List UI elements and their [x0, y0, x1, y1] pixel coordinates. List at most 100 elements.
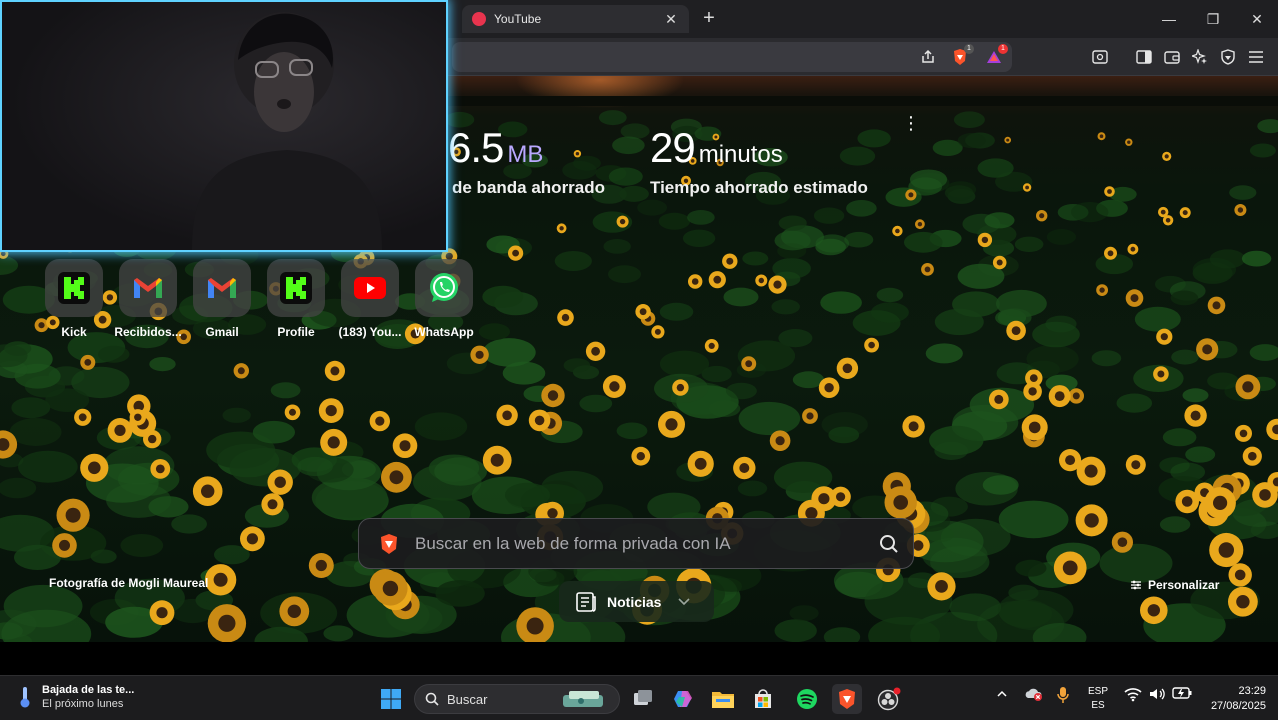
shortcut-gmail[interactable]: Gmail: [185, 259, 259, 339]
sidebar-icon[interactable]: [1134, 47, 1154, 67]
search-icon[interactable]: [879, 534, 899, 554]
news-icon: [576, 591, 596, 612]
kick-icon: [280, 272, 312, 304]
task-view-button[interactable]: [628, 684, 658, 714]
brave-rewards-icon[interactable]: 1: [984, 44, 1008, 67]
shortcut-kick[interactable]: Kick: [37, 259, 111, 339]
news-label: Noticias: [607, 593, 662, 610]
vpn-icon[interactable]: [1218, 47, 1238, 67]
thermometer-icon: [20, 687, 30, 708]
shortcut-label: Profile: [277, 325, 315, 339]
windows-logo-icon: [381, 689, 401, 709]
store-icon: [755, 689, 771, 708]
language-indicator[interactable]: ESP ES: [1088, 685, 1108, 713]
bandwidth-stat-label: de banda ahorrado: [452, 178, 606, 197]
private-search-box[interactable]: Buscar en la web de forma privada con IA: [358, 518, 914, 569]
menu-icon[interactable]: [1246, 47, 1266, 67]
tray-overflow-icon[interactable]: [996, 688, 1008, 702]
shortcut-tile: [45, 259, 103, 317]
bandwidth-number: 6.5: [448, 124, 504, 171]
youtube-icon: [354, 277, 386, 299]
search-input[interactable]: Buscar en la web de forma privada con IA: [415, 534, 879, 554]
task-view-icon: [634, 690, 652, 705]
tab-title: YouTube: [494, 12, 542, 26]
brave-taskbar-button[interactable]: [832, 684, 862, 714]
wifi-icon[interactable]: [1124, 686, 1142, 705]
system-clock[interactable]: 23:29 27/08/2025: [1196, 684, 1266, 714]
tab-youtube[interactable]: YouTube ✕: [462, 5, 689, 33]
file-explorer-button[interactable]: [708, 684, 738, 714]
rewards-badge: 1: [998, 44, 1008, 54]
weather-widget[interactable]: Bajada de las te... El próximo lunes: [18, 684, 134, 710]
copilot-button[interactable]: [668, 684, 698, 714]
whatsapp-icon: [430, 273, 458, 302]
shields-badge: 1: [964, 44, 974, 54]
gmail-icon: [134, 278, 162, 298]
taskbar-search-label: Buscar: [447, 691, 488, 707]
shortcut-label: Gmail: [205, 325, 239, 339]
customize-label: Personalizar: [1148, 578, 1220, 592]
youtube-favicon-icon: [472, 12, 486, 26]
minimize-button[interactable]: —: [1154, 8, 1184, 30]
wallet-icon[interactable]: [1162, 47, 1182, 67]
gmail-icon: [208, 278, 236, 298]
clock-date: 27/08/2025: [1210, 700, 1266, 712]
shortcut-profile[interactable]: Profile: [259, 259, 333, 339]
shortcut-recibidos[interactable]: Recibidos...: [111, 259, 185, 339]
shortcut-label: (183) You...: [338, 325, 402, 339]
brave-logo-icon: [381, 533, 397, 554]
screen: YouTube ✕ + — ❐ ✕ 1 1 6.5 MB de banda ah…: [0, 0, 1278, 720]
bandwidth-stat-value: 6.5 MB: [448, 124, 543, 172]
windows-taskbar: Bajada de las te... El próximo lunes Bus…: [0, 675, 1278, 720]
start-button[interactable]: [376, 684, 406, 714]
battery-icon[interactable]: [1172, 686, 1192, 703]
taskbar-search[interactable]: Buscar: [414, 684, 620, 714]
tab-close-icon[interactable]: ✕: [663, 11, 679, 28]
shortcut-tile: [193, 259, 251, 317]
copilot-icon: [674, 691, 692, 707]
time-stat-label: Tiempo ahorrado estimado: [650, 178, 868, 197]
webcam-overlay: [0, 0, 448, 252]
shortcut-tile: [267, 259, 325, 317]
brave-icon: [839, 689, 855, 709]
weather-title: Bajada de las te...: [42, 684, 135, 696]
obs-icon: [877, 687, 901, 711]
shortcut-tile: [341, 259, 399, 317]
clock-time: 23:29: [1238, 685, 1266, 697]
microphone-icon[interactable]: [1056, 686, 1070, 707]
shortcut-label: Recibidos...: [114, 325, 182, 339]
folder-icon: [712, 692, 734, 708]
brave-shields-icon[interactable]: 1: [950, 44, 974, 67]
shortcut-tile: [415, 259, 473, 317]
sliders-icon: [1131, 580, 1141, 590]
language-code: ESP: [1088, 686, 1109, 697]
maximize-button[interactable]: ❐: [1198, 8, 1228, 30]
keyboard-layout: ES: [1091, 700, 1105, 711]
onedrive-error-icon[interactable]: [1024, 686, 1044, 705]
search-icon: [425, 692, 439, 706]
spotify-button[interactable]: [792, 684, 822, 714]
volume-icon[interactable]: [1148, 686, 1166, 705]
ms-store-button[interactable]: [748, 684, 778, 714]
bandwidth-unit: MB: [507, 141, 544, 168]
obs-button[interactable]: [874, 684, 904, 714]
shortcut-youtube[interactable]: (183) You...: [333, 259, 407, 339]
spotify-icon: [797, 689, 817, 709]
news-button[interactable]: Noticias: [559, 581, 714, 622]
kick-icon: [58, 272, 90, 304]
webcam-person-image: [2, 2, 446, 250]
time-unit: minutos: [698, 141, 783, 168]
chevron-down-icon: [678, 597, 691, 605]
screen-gap: [0, 642, 1278, 675]
weather-subtitle: El próximo lunes: [42, 698, 124, 710]
search-highlight-image-icon: [563, 691, 603, 707]
close-window-button[interactable]: ✕: [1242, 8, 1272, 30]
reader-mode-icon[interactable]: [1090, 47, 1110, 67]
share-icon[interactable]: [918, 47, 938, 67]
new-tab-button[interactable]: +: [698, 8, 720, 30]
customize-button[interactable]: Personalizar: [1130, 578, 1219, 592]
stats-menu-icon[interactable]: ⋮: [902, 114, 920, 134]
photo-credit[interactable]: Fotografía de Mogli Maureal: [49, 576, 208, 590]
leo-ai-icon[interactable]: [1190, 47, 1210, 67]
shortcut-whatsapp[interactable]: WhatsApp: [407, 259, 481, 339]
